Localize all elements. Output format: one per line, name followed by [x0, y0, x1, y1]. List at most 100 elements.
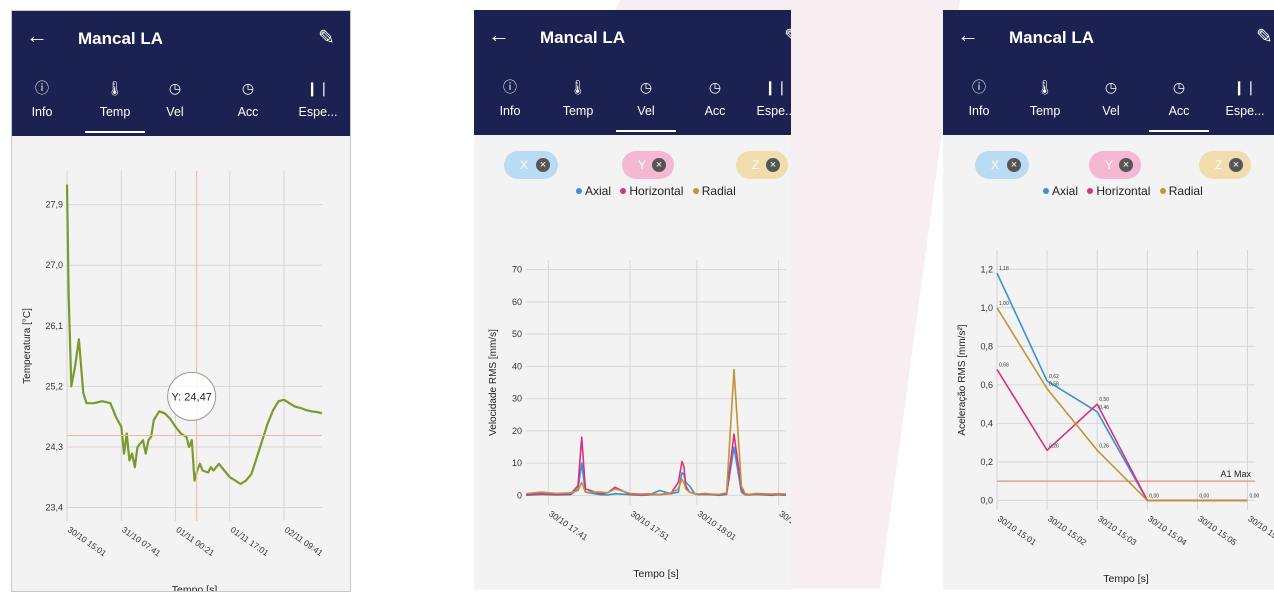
tab-acc[interactable]: ◷ Acc	[218, 79, 278, 119]
chip-label: Z	[752, 158, 760, 172]
x-tick-label: 30/10 17:41	[547, 508, 590, 542]
legend-dot-radial	[692, 188, 699, 194]
pencil-icon[interactable]: ✎	[1256, 24, 1273, 49]
legend-dot-horizontal	[620, 188, 627, 194]
x-tick-label: 31/10 07:41	[120, 524, 163, 558]
x-tick-label: 30/10 15:06	[1246, 513, 1274, 547]
series-line-horizontal	[525, 433, 787, 496]
acceleration-icon: ◷	[708, 79, 722, 95]
y-tick-label: 1,0	[980, 303, 993, 313]
velocity-icon: ◷	[639, 79, 653, 95]
tab-espectro[interactable]: ❙❘ Espe...	[1215, 78, 1274, 118]
x-tick-label: 02/11 09:41	[283, 524, 325, 558]
series-line-radial	[525, 368, 787, 496]
tab-acc[interactable]: ◷ Acc	[1149, 78, 1209, 132]
chip-axis-x[interactable]: X ×	[975, 151, 1029, 179]
chip-label: X	[991, 158, 1000, 172]
chip-axis-y[interactable]: Y ×	[1089, 151, 1141, 179]
tab-label: Acc	[1168, 104, 1190, 118]
legend-label: Radial	[1168, 184, 1203, 198]
back-arrow-icon[interactable]: ←	[26, 25, 48, 47]
temperature-chart[interactable]: 23,4 24,3 25,2 26,1 27,0 27,9 30/10 15:01 31/10…	[12, 151, 350, 591]
y-tick-label: 0	[517, 490, 522, 500]
info-icon: ⓘ	[35, 80, 49, 96]
close-icon[interactable]: ×	[652, 158, 666, 172]
y-tick-label: 0,0	[980, 495, 993, 505]
acceleration-chart[interactable]: 0,00,20,40,60,81,01,230/10 15:01 30/10 15…	[943, 210, 1274, 590]
x-axis-title: Tempo [s]	[172, 584, 218, 591]
y-tick-label: 0,4	[980, 418, 993, 428]
y-tick-label: 30	[512, 394, 522, 404]
tab-temp[interactable]: 🌡 Temp	[548, 78, 608, 118]
tab-acc[interactable]: ◷ Acc	[685, 78, 745, 118]
back-arrow-icon[interactable]: ←	[957, 24, 979, 46]
tab-label: Vel	[166, 105, 184, 119]
x-tick-label: 30/10 15:01	[996, 513, 1039, 547]
y-tick-label: 1,2	[980, 264, 993, 274]
x-tick-label: 30/10 17:51	[629, 508, 672, 542]
pencil-icon[interactable]: ✎	[318, 25, 335, 50]
legend-dot-horizontal	[1087, 188, 1094, 194]
x-tick-label: 30/10 15:04	[1146, 513, 1189, 547]
y-tick-label: 70	[512, 265, 522, 275]
tab-label: Espe...	[756, 104, 791, 118]
phone-screen-acceleration: ← Mancal LA ✎ ⓘ Info 🌡 Temp ◷ Vel ◷ Acc ❙❘ Es…	[943, 10, 1274, 590]
x-tick-label: 30/10 18:01	[696, 508, 739, 542]
data-label: 0,00	[1199, 493, 1209, 499]
tab-vel[interactable]: ◷ Vel	[145, 79, 205, 119]
y-tick-label: 27,9	[45, 200, 63, 210]
legend-label: Horizontal	[629, 184, 684, 198]
y-axis-title: Aceleração RMS [mm/s²]	[957, 324, 968, 435]
y-tick-label: 0,2	[980, 457, 993, 467]
tab-temp[interactable]: 🌡 Temp	[1015, 78, 1075, 118]
app-title: Mancal LA	[1009, 28, 1095, 47]
velocity-chart[interactable]: 0 10 20 30 40 50 60 70 30/10 17:41 30/10 17:51 30/…	[474, 210, 791, 590]
reference-line-label: A1 Max	[1220, 469, 1251, 479]
series-line-radial	[996, 307, 1248, 502]
close-icon[interactable]: ×	[1229, 158, 1243, 172]
legend-dot-axial	[576, 188, 582, 194]
chip-label: Y	[638, 158, 647, 172]
velocity-icon: ◷	[168, 80, 182, 96]
x-tick-label: 30/10 15:02	[1046, 513, 1089, 547]
y-tick-label: 20	[512, 426, 522, 436]
app-title: Mancal LA	[78, 29, 164, 48]
close-icon[interactable]: ×	[1007, 158, 1021, 172]
y-tick-label: 50	[512, 329, 522, 339]
y-axis-title: Velocidade RMS [mm/s]	[488, 329, 499, 436]
tab-info[interactable]: ⓘ Info	[12, 79, 72, 119]
y-tick-label: 60	[512, 297, 522, 307]
tab-vel[interactable]: ◷ Vel	[1081, 78, 1141, 118]
chip-axis-x[interactable]: X ×	[504, 151, 558, 179]
legend-dot-radial	[1159, 188, 1166, 194]
app-bar: ← Mancal LA ✎ ⓘ Info 🌡 Temp ◷ Vel ◷ Acc ❙❘ Es…	[943, 10, 1274, 135]
tab-temp[interactable]: 🌡 Temp	[85, 79, 145, 133]
chip-axis-z[interactable]: Z ×	[736, 151, 788, 179]
close-icon[interactable]: ×	[536, 158, 550, 172]
close-icon[interactable]: ×	[766, 158, 780, 172]
thermometer-icon: 🌡	[106, 80, 124, 96]
tab-label: Acc	[237, 105, 259, 119]
pencil-icon[interactable]: ✎	[784, 24, 791, 49]
close-icon[interactable]: ×	[1119, 158, 1133, 172]
tab-vel[interactable]: ◷ Vel	[616, 78, 676, 132]
tab-label: Acc	[704, 104, 726, 118]
thermometer-icon: 🌡	[1036, 79, 1054, 95]
x-tick-label: 01/11 17:01	[229, 524, 271, 558]
data-label: 1,18	[999, 266, 1009, 272]
tab-espectro[interactable]: ❙❘ Espe...	[746, 78, 791, 118]
tab-info[interactable]: ⓘ Info	[949, 78, 1009, 118]
x-axis-title: Tempo [s]	[633, 568, 679, 580]
chart-legend: Axial Horizontal Radial	[570, 184, 736, 198]
y-tick-label: 40	[512, 361, 522, 371]
legend-dot-axial	[1043, 188, 1049, 194]
back-arrow-icon[interactable]: ←	[488, 24, 510, 46]
tab-info[interactable]: ⓘ Info	[480, 78, 540, 118]
info-icon: ⓘ	[972, 79, 986, 95]
tab-espectro[interactable]: ❙❘ Espe...	[288, 79, 348, 119]
tab-label: Vel	[637, 104, 655, 118]
acceleration-icon: ◷	[1172, 79, 1186, 95]
chip-axis-y[interactable]: Y ×	[622, 151, 674, 179]
chip-axis-z[interactable]: Z ×	[1199, 151, 1251, 179]
spectrum-icon: ❙❘	[764, 79, 788, 95]
